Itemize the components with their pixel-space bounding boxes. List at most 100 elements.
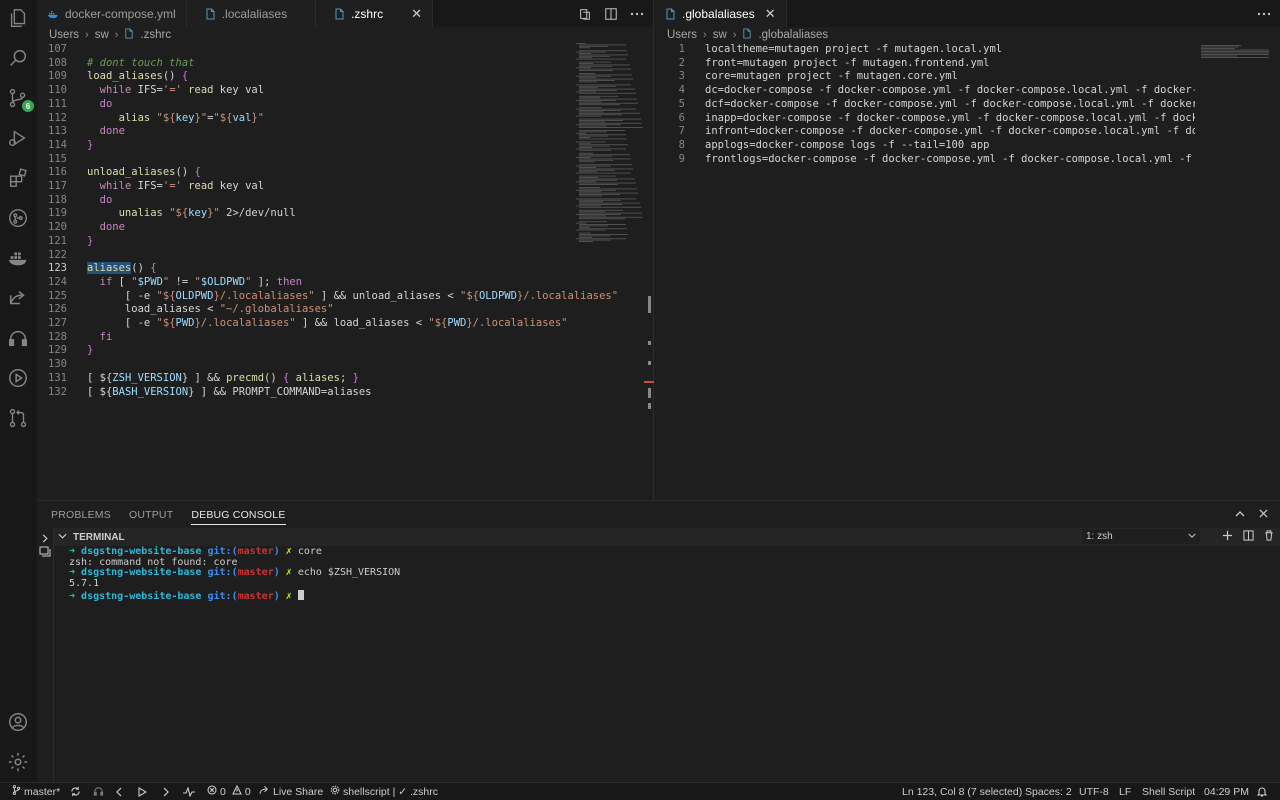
line-number: 1 [678,43,685,55]
git-branch-status[interactable]: master* [12,783,60,800]
chevron-right-icon: › [85,29,89,41]
pull-requests-icon[interactable] [6,406,30,430]
source-control-badge: 6 [22,100,34,112]
error-count: 0 [220,785,226,798]
pulse-icon[interactable] [183,783,195,800]
chevron-right-icon[interactable] [41,532,49,546]
panel-tabs: PROBLEMS OUTPUT DEBUG CONSOLE [51,509,286,525]
source-control-icon[interactable]: 6 [6,86,34,112]
code-text: inapp=docker-compose -f docker-compose.y… [705,111,1195,124]
breadcrumb-item[interactable]: sw [95,29,109,41]
minimap[interactable] [572,43,644,500]
code-text: [ -e "${OLDPWD}/.localaliases" ] && unlo… [87,289,619,302]
close-icon[interactable]: ✕ [411,6,422,22]
terminal-selector[interactable]: 1: zsh [1082,529,1200,544]
line-number: 119 [48,207,67,220]
editor-actions-right [1256,0,1272,27]
code-text: do [99,193,113,206]
line-number: 126 [48,303,67,316]
headphones-icon[interactable] [6,326,30,350]
breadcrumb-item[interactable]: .globalaliases [758,29,828,41]
code-text: } [87,138,94,151]
warning-count: 0 [244,785,251,798]
tab-problems[interactable]: PROBLEMS [51,509,111,525]
maximize-panel-icon[interactable] [1235,507,1245,521]
bottom-panel: PROBLEMS OUTPUT DEBUG CONSOLE TERMINAL 1… [37,500,1280,783]
bell-icon[interactable] [1257,783,1267,800]
terminal-line: ➜ dsgstng-website-base git:(master) ✗ ec… [69,567,401,579]
chevron-left-icon[interactable] [116,783,123,800]
breadcrumb-item[interactable]: Users [667,29,697,41]
terminal-selector-value: 1: zsh [1086,531,1113,542]
code-editor-globalaliases[interactable]: 1 localtheme=mutagen project -f mutagen.l… [655,43,1195,500]
split-editor-icon[interactable] [603,6,619,22]
headphones-icon[interactable] [93,783,104,800]
settings-gear-icon[interactable] [6,750,30,774]
breadcrumb: Users › sw › .zshrc [49,28,171,42]
indentation[interactable]: Spaces: 2 [1025,783,1072,800]
panel-actions [1235,507,1268,521]
tab-globalaliases[interactable]: .globalaliases ✕ [655,0,787,27]
split-terminal-icon[interactable] [1243,530,1254,544]
tab-localaliases[interactable]: .localaliases [186,0,317,27]
open-changes-icon[interactable] [577,6,593,22]
file-icon [742,28,752,42]
code-text: } [87,234,94,247]
tab-debug-console[interactable]: DEBUG CONSOLE [191,509,286,525]
run-icon[interactable] [6,366,30,390]
code-text: if [ "$PWD" != "$OLDPWD" ]; then [99,275,303,288]
chevron-down-icon[interactable] [58,532,67,543]
close-icon[interactable]: ✕ [765,6,776,22]
editor-group-left: docker-compose.yml .localaliases .zshrc … [37,0,654,500]
vertical-scrollbar[interactable] [644,43,654,500]
tab-output[interactable]: OUTPUT [129,509,173,525]
error-icon [207,785,217,798]
search-icon[interactable] [6,46,30,70]
code-text: localtheme=mutagen project -f mutagen.lo… [705,43,1003,55]
breadcrumb-item[interactable]: sw [713,29,727,41]
code-text: fi [99,330,113,343]
code-text: load_aliases() { [87,70,189,83]
live-share-icon [259,785,270,798]
gitlens-icon[interactable] [6,206,30,230]
problems-status[interactable]: 0 0 [207,783,251,800]
breadcrumb-item[interactable]: Users [49,29,79,41]
docker-icon[interactable] [6,246,30,270]
close-panel-icon[interactable] [1259,507,1268,521]
line-number: 117 [48,180,67,192]
trash-icon[interactable] [1264,530,1274,544]
account-icon[interactable] [6,710,30,734]
tab-docker-compose[interactable]: docker-compose.yml [37,0,187,27]
linter-status[interactable]: shellscript | ✓ .zshrc [330,783,438,800]
line-number: 131 [48,371,67,384]
code-text: dcf=docker-compose -f docker-compose.yml… [705,97,1195,110]
activity-bar: 6 [0,0,37,782]
code-text: aliases() { [87,262,157,275]
line-number: 125 [48,289,67,302]
terminal-view-icon[interactable] [39,546,51,561]
run-debug-icon[interactable] [6,126,30,150]
file-icon [205,8,216,20]
more-actions-icon[interactable] [1256,6,1272,22]
live-share-icon[interactable] [6,286,30,310]
line-number: 123 [48,262,67,275]
more-actions-icon[interactable] [629,6,645,22]
cursor-position[interactable]: Ln 123, Col 8 (7 selected) [902,783,1022,800]
explorer-icon[interactable] [6,6,30,30]
line-ending[interactable]: LF [1119,783,1131,800]
encoding[interactable]: UTF-8 [1079,783,1109,800]
tab-zshrc[interactable]: .zshrc ✕ [316,0,433,27]
add-terminal-icon[interactable] [1222,530,1233,544]
extensions-icon[interactable] [6,166,30,190]
minimap[interactable] [1197,43,1269,500]
breadcrumb-item[interactable]: .zshrc [140,29,171,41]
live-share-status[interactable]: Live Share [259,783,323,800]
language-mode[interactable]: Shell Script [1142,783,1195,800]
code-text: } [87,344,94,357]
tab-label: .globalaliases [682,6,755,21]
chevron-right-icon[interactable] [162,783,169,800]
sync-icon[interactable] [70,783,81,800]
tab-label: .zshrc [351,6,384,21]
terminal-output[interactable]: ➜ dsgstng-website-base git:(master) ✗ co… [69,546,401,601]
play-icon[interactable] [138,783,147,800]
